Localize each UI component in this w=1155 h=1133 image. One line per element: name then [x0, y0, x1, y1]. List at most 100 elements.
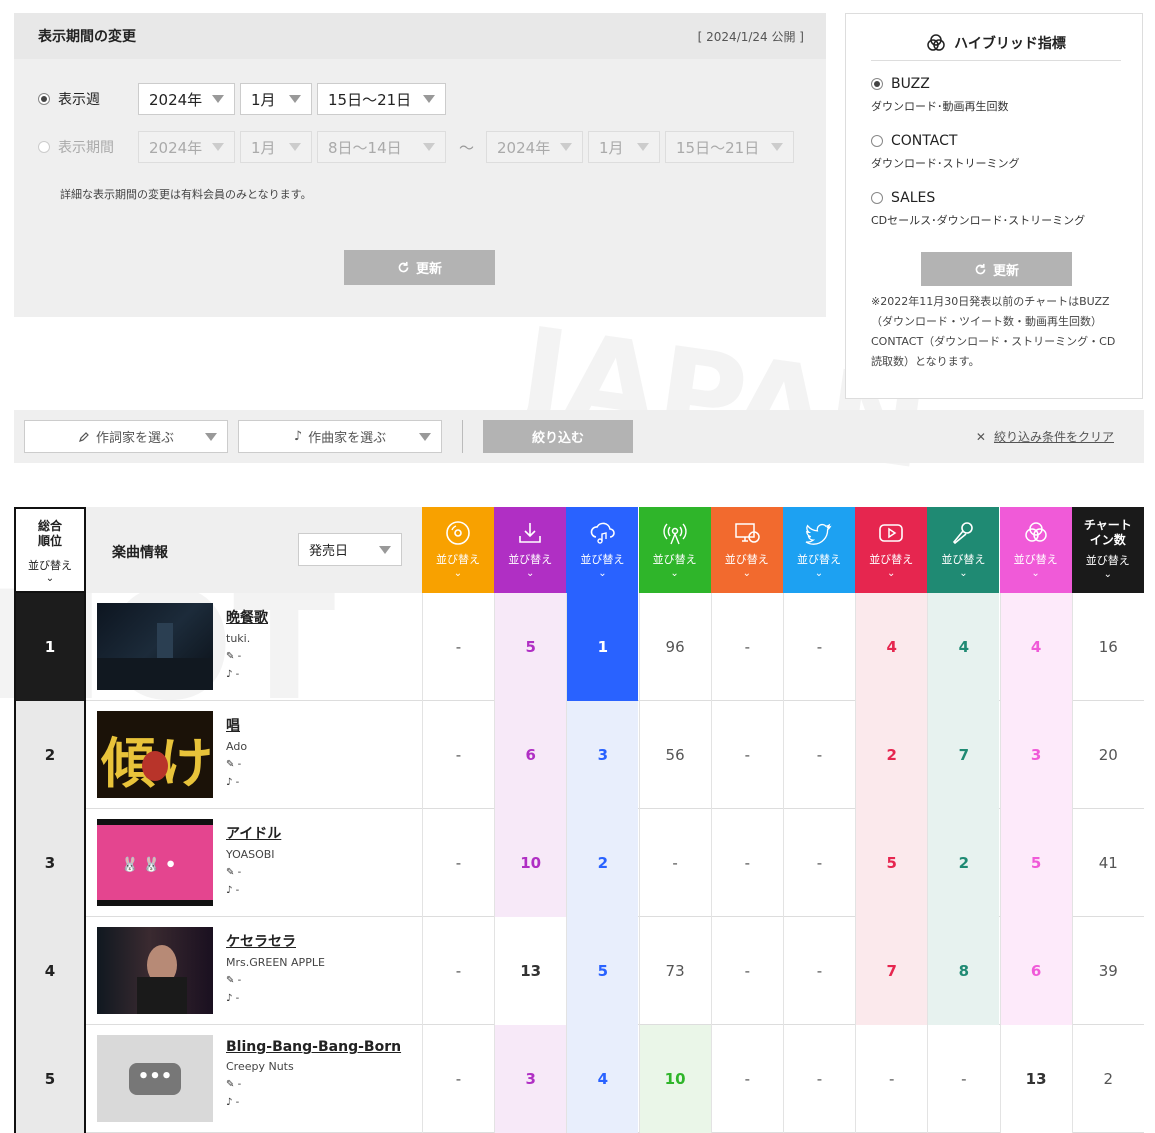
chevron-down-icon: ⌄ [45, 573, 55, 584]
week-radio[interactable] [38, 93, 50, 105]
period-panel: 表示期間の変更 [ 2024/1/24 公開 ] 表示週 2024年 1月 15… [14, 13, 826, 317]
hybrid-option-sales[interactable]: SALES CDセールス･ダウンロード･ストリーミング [871, 190, 1085, 228]
metric-cell: - [855, 1025, 927, 1133]
song-title-link[interactable]: 唱 [226, 715, 247, 735]
chart-in-count-label: チャート イン数 [1083, 518, 1132, 547]
lyricist-line: ✎ - [226, 1078, 401, 1091]
metric-cell: - [422, 917, 494, 1025]
rank-header[interactable]: 総合 順位 並び替え ⌄ [14, 507, 86, 593]
chevron-down-icon [419, 433, 431, 441]
metric-cell: 6 [999, 917, 1072, 1025]
range-radio[interactable] [38, 141, 50, 153]
chevron-down-icon [771, 143, 784, 151]
buzz-radio[interactable] [871, 78, 883, 90]
period-note: 詳細な表示期間の変更は有料会員のみとなります。 [60, 188, 312, 201]
filter-clear-label: 絞り込み条件をクリア [993, 430, 1114, 444]
metric-header[interactable]: 並び替え ⌄ [494, 507, 567, 593]
metric-cell: - [710, 809, 783, 917]
metric-cell: 2 [927, 809, 1000, 917]
pc-icon [735, 523, 760, 543]
song-thumbnail[interactable] [97, 603, 213, 690]
pencil-icon: ✎ [226, 1079, 235, 1090]
range-from-days-select[interactable]: 8日〜14日 [317, 131, 446, 163]
chevron-down-icon [423, 143, 435, 151]
metric-cell: - [783, 701, 855, 809]
lyricist-value: - [237, 867, 242, 878]
music-note-icon: ♪ [226, 993, 233, 1004]
metric-cell: 1 [566, 593, 639, 701]
metric-cell: 3 [566, 701, 639, 809]
metric-header[interactable]: 並び替え ⌄ [927, 507, 1000, 593]
period-title: 表示期間の変更 [38, 29, 136, 45]
filter-apply-button[interactable]: 絞り込む [483, 420, 633, 453]
metric-header[interactable]: チャート イン数 並び替え ⌄ [1071, 507, 1144, 593]
metric-cell: 4 [999, 593, 1072, 701]
metric-header[interactable]: 並び替え ⌄ [638, 507, 711, 593]
song-thumbnail[interactable] [97, 927, 213, 1014]
metric-header[interactable]: 並び替え ⌄ [566, 507, 639, 593]
music-note-icon: ♪ [226, 669, 233, 680]
metric-cell: - [783, 917, 855, 1025]
metric-cell: 16 [1071, 593, 1144, 701]
range-to-month-select[interactable]: 1月 [588, 131, 661, 163]
chevron-down-icon [205, 433, 217, 441]
song-thumbnail[interactable]: 傾け [97, 711, 213, 798]
buzz-desc: ダウンロード･動画再生回数 [871, 100, 1009, 113]
metric-header[interactable]: 並び替え ⌄ [855, 507, 928, 593]
range-from-days-value: 8日〜14日 [328, 138, 402, 157]
lyricist-line: ✎ - [226, 866, 281, 879]
metric-header[interactable]: 並び替え ⌄ [999, 507, 1072, 593]
chevron-down-icon: ⌄ [1031, 568, 1040, 579]
composer-line: ♪ - [226, 992, 325, 1005]
hybrid-update-button[interactable]: 更新 [921, 252, 1072, 286]
song-thumbnail[interactable]: 🐰 🐰 ⚫ [97, 819, 213, 906]
metric-cell: 96 [638, 593, 711, 701]
metric-cell: 39 [1071, 917, 1144, 1025]
metric-cell: 7 [927, 701, 1000, 809]
sales-radio[interactable] [871, 192, 883, 204]
release-sort-select[interactable]: 発売日 [298, 533, 402, 566]
week-year-select[interactable]: 2024年 [138, 83, 235, 115]
song-thumbnail[interactable]: ••• [97, 1035, 213, 1122]
week-days-select[interactable]: 15日〜21日 [317, 83, 446, 115]
period-update-label: 更新 [415, 262, 442, 277]
hybrid-option-contact[interactable]: CONTACT ダウンロード･ストリーミング [871, 133, 1020, 171]
song-title-link[interactable]: Bling-Bang-Bang-Born [226, 1039, 401, 1055]
youtube-icon [879, 524, 903, 542]
metric-header[interactable]: 並び替え ⌄ [710, 507, 783, 593]
composer-value: - [235, 993, 240, 1004]
composer-select[interactable]: ♪ 作曲家を選ぶ [238, 420, 442, 453]
artist-name: tuki. [226, 632, 251, 645]
metric-header[interactable]: 並び替え ⌄ [783, 507, 855, 593]
song-title-link[interactable]: ケセラセラ [226, 931, 325, 951]
release-sort-value: 発売日 [309, 544, 349, 559]
chevron-down-icon [289, 95, 301, 103]
chevron-down-icon [379, 545, 391, 554]
sort-label: 並び替え [652, 553, 697, 566]
metric-cell: 4 [855, 593, 928, 701]
twitter-icon [805, 523, 832, 545]
week-month-select[interactable]: 1月 [240, 83, 312, 115]
rank-cell: 1 [14, 593, 86, 701]
song-title-link[interactable]: 晩餐歌 [226, 607, 268, 627]
chevron-down-icon: ⌄ [453, 568, 463, 579]
song-title-link[interactable]: アイドル [226, 823, 281, 843]
period-update-button[interactable]: 更新 [344, 250, 495, 285]
range-from-year-select[interactable]: 2024年 [138, 131, 235, 163]
hybrid-option-buzz[interactable]: BUZZ ダウンロード･動画再生回数 [871, 76, 1009, 114]
lyricist-select[interactable]: 作詞家を選ぶ [24, 420, 228, 453]
range-to-year-select[interactable]: 2024年 [486, 131, 584, 163]
chevron-down-icon: ⌄ [959, 568, 968, 579]
range-to-days-select[interactable]: 15日〜21日 [665, 131, 795, 163]
metric-header[interactable]: 並び替え ⌄ [422, 507, 494, 593]
range-from-month-select[interactable]: 1月 [240, 131, 312, 163]
composer-line: ♪ - [226, 776, 247, 789]
hybrid-title: ハイブリッド指標 [954, 36, 1066, 52]
filter-clear-link[interactable]: ✕ 絞り込み条件をクリア [976, 428, 1114, 445]
metric-cell: - [710, 593, 783, 701]
artist-name: YOASOBI [226, 848, 275, 861]
composer-value: - [235, 777, 240, 788]
sales-label: SALES [891, 190, 936, 206]
contact-radio[interactable] [871, 135, 883, 147]
metric-cell: 7 [855, 917, 928, 1025]
